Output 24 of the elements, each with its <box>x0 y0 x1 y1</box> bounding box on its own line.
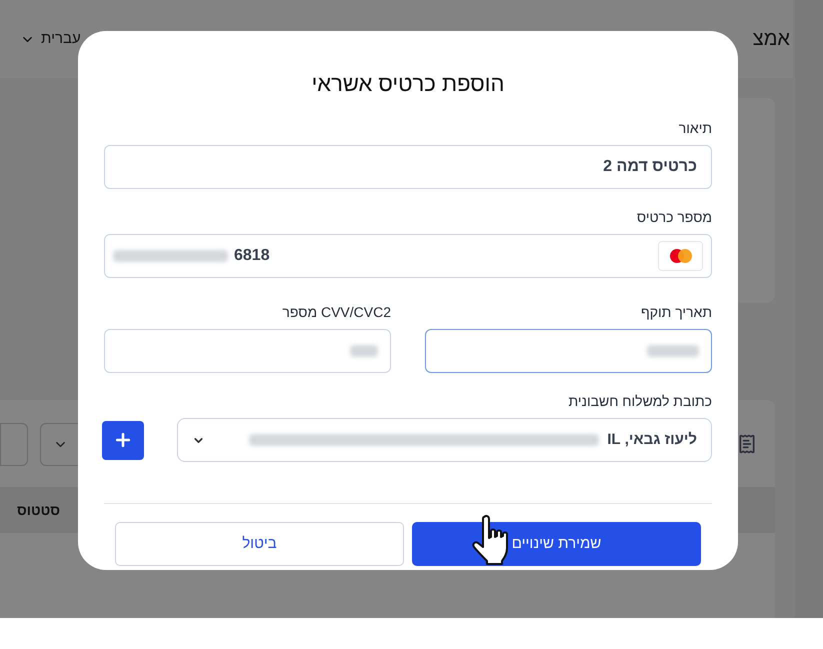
redacted-text <box>350 345 378 357</box>
filter-field[interactable] <box>0 422 28 466</box>
description-field[interactable]: כרטיס דמה 2 <box>104 145 712 189</box>
column-header: סטטוס <box>17 500 60 520</box>
mastercard-icon <box>658 241 703 271</box>
field-label: כתובת למשלוח חשבונית <box>567 392 712 411</box>
dialog-title: הוספת כרטיס אשראי <box>310 70 506 98</box>
field-label: תיאור <box>678 119 712 138</box>
plus-icon <box>113 430 133 450</box>
receipt-icon <box>737 434 757 454</box>
expiry-field[interactable] <box>425 329 712 373</box>
language-selector[interactable]: עברית <box>20 28 81 50</box>
card-number-value: 6818 <box>234 246 270 266</box>
field-label: CVV/CVC2 מספר <box>281 303 391 322</box>
address-select[interactable]: ליעוז גבאי, IL <box>177 418 712 462</box>
field-label: תאריך תוקף <box>640 303 712 322</box>
page-title: אמצ <box>752 27 790 52</box>
field-label: מספר כרטיס <box>636 208 712 227</box>
card-number-field[interactable]: 6818 <box>104 234 712 278</box>
redacted-text <box>647 345 699 357</box>
cancel-button[interactable]: ביטול <box>115 522 404 566</box>
save-button[interactable]: שמירת שינויים <box>412 522 701 566</box>
add-button[interactable] <box>102 420 144 460</box>
cvv-field[interactable] <box>104 329 391 373</box>
